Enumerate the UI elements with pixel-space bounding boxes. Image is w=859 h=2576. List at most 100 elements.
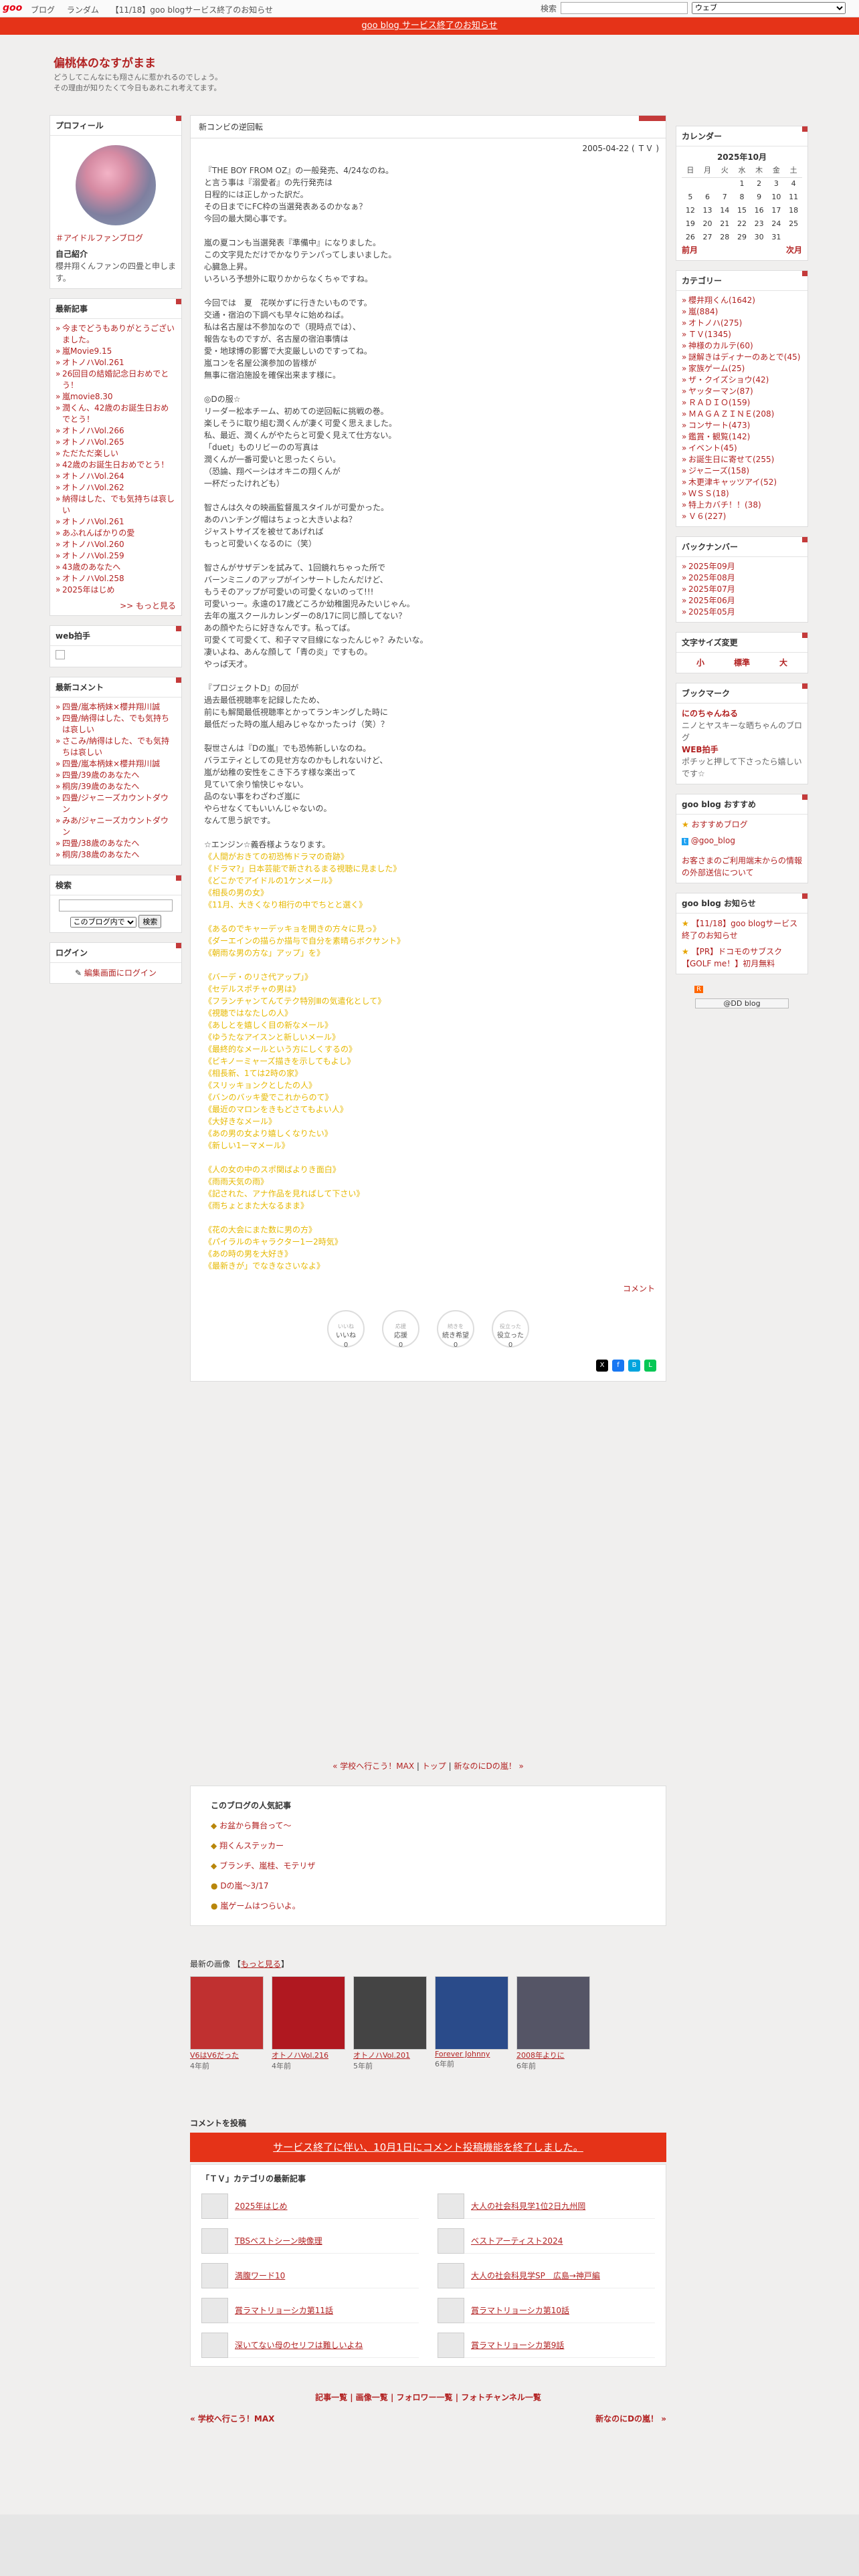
font-normal-button[interactable]: 標準 bbox=[734, 657, 750, 669]
thumb-image[interactable] bbox=[272, 1976, 345, 2050]
recent-item[interactable]: 今までどうもありがとうございました。 bbox=[56, 323, 176, 346]
category-latest-link[interactable]: 大人の社会科見学SP 広島→神戸編 bbox=[471, 2270, 600, 2281]
backnumber-item[interactable]: 2025年08月 bbox=[682, 572, 802, 584]
category-item-link[interactable]: 鑑賞・観覧(142) bbox=[688, 432, 750, 441]
images-more-link[interactable]: もっと見る bbox=[241, 1959, 281, 1969]
top-link[interactable]: トップ bbox=[422, 1761, 446, 1771]
comment-item-link[interactable]: 四畳/嵐本柄妹×櫻井翔川誠 bbox=[62, 759, 160, 768]
backnumber-item-link[interactable]: 2025年05月 bbox=[688, 607, 735, 617]
recent-item-link[interactable]: オトノハVol.261 bbox=[62, 517, 124, 526]
thumb-image[interactable] bbox=[190, 1976, 264, 2050]
popular-item[interactable]: ◆ お盆から舞台って～ bbox=[211, 1816, 646, 1836]
popular-item[interactable]: ● 嵐ゲームはつらいよ。 bbox=[211, 1896, 646, 1916]
backnumber-item[interactable]: 2025年06月 bbox=[682, 595, 802, 607]
comment-item-link[interactable]: さこみ/納得はした、でも気持ちは哀しい bbox=[62, 736, 169, 757]
backnumber-item-link[interactable]: 2025年07月 bbox=[688, 584, 735, 594]
category-latest-item[interactable]: 賞ラマトリョーシカ第9話 bbox=[438, 2332, 655, 2358]
bookmark-link[interactable]: WEB拍手 bbox=[682, 745, 719, 754]
category-item-link[interactable]: 謎解きはディナーのあとで(45) bbox=[688, 352, 800, 362]
footer-next-link[interactable]: 新なのにDの嵐！ » bbox=[595, 2413, 666, 2424]
category-item-link[interactable]: 特上カバチ！！(38) bbox=[688, 500, 761, 510]
category-item-link[interactable]: ＲＡＤＩＯ(159) bbox=[688, 398, 750, 407]
category-item-link[interactable]: Ｖ６(227) bbox=[688, 512, 726, 521]
comment-item-link[interactable]: 桐房/39歳のあなたへ bbox=[62, 782, 139, 791]
category-item[interactable]: ザ・クイズショウ(42) bbox=[682, 374, 802, 386]
category-latest-link[interactable]: 賞ラマトリョーシカ第11話 bbox=[235, 2304, 333, 2316]
category-item[interactable]: ＷＳＳ(18) bbox=[682, 488, 802, 500]
thumb-image[interactable] bbox=[435, 1976, 508, 2050]
category-item[interactable]: ＭＡＧＡＺＩＮＥ(208) bbox=[682, 409, 802, 420]
recent-item[interactable]: 納得はした、でも気持ちは哀しい bbox=[56, 494, 176, 516]
goo-badge[interactable]: @DD blog bbox=[695, 998, 789, 1008]
category-item-link[interactable]: コンサート(473) bbox=[688, 421, 750, 430]
thumb-image[interactable] bbox=[353, 1976, 427, 2050]
line-share-icon[interactable]: L bbox=[644, 1360, 656, 1372]
category-item[interactable]: イベント(45) bbox=[682, 443, 802, 454]
blog-title[interactable]: 偏桃体のなすがまま bbox=[54, 53, 156, 70]
recent-item[interactable]: 42歳のお誕生日おめでとう！ bbox=[56, 459, 176, 471]
comment-item[interactable]: みあ/ジャニーズカウントダウン bbox=[56, 815, 176, 838]
recent-item-link[interactable]: 嵐movie8.30 bbox=[62, 392, 113, 401]
category-item-link[interactable]: オトノハ(275) bbox=[688, 318, 742, 328]
image-thumb[interactable]: 2008年よりに 6年前 bbox=[516, 1976, 590, 2071]
comment-closed-button[interactable]: サービス終了に伴い、10月1日にコメント投稿機能を終了しました。 bbox=[190, 2133, 666, 2162]
comment-item-link[interactable]: 四畳/ジャニーズカウントダウン bbox=[62, 793, 169, 814]
category-item[interactable]: 鑑賞・観覧(142) bbox=[682, 431, 802, 443]
category-item[interactable]: ＲＡＤＩＯ(159) bbox=[682, 397, 802, 409]
recent-item-link[interactable]: 26回目の結婚記念日おめでとう！ bbox=[62, 369, 169, 390]
comment-item-link[interactable]: 四畳/38歳のあなたへ bbox=[62, 839, 139, 848]
category-item[interactable]: 特上カバチ！！(38) bbox=[682, 500, 802, 511]
popular-item[interactable]: ◆ 翔くんステッカー bbox=[211, 1836, 646, 1856]
comment-item[interactable]: 四畳/納得はした、でも気持ちは哀しい bbox=[56, 713, 176, 736]
comment-item[interactable]: 桐房/38歳のあなたへ bbox=[56, 849, 176, 861]
category-item-link[interactable]: 嵐(884) bbox=[688, 307, 718, 316]
category-item-link[interactable]: 櫻井翔くん(1642) bbox=[688, 296, 755, 305]
category-item[interactable]: 神様のカルテ(60) bbox=[682, 340, 802, 352]
profile-tag-link[interactable]: ＃アイドルファンブログ bbox=[56, 233, 143, 243]
backnumber-item[interactable]: 2025年05月 bbox=[682, 607, 802, 618]
recent-item[interactable]: オトノハVol.261 bbox=[56, 516, 176, 528]
image-thumb[interactable]: オトノハVol.216 4年前 bbox=[272, 1976, 345, 2071]
next-entry-link[interactable]: 新なのにDの嵐！ » bbox=[454, 1761, 523, 1771]
thumb-link[interactable]: V6はV6だった bbox=[190, 2050, 264, 2060]
comment-item[interactable]: 四畳/嵐本柄妹×櫻井翔川誠 bbox=[56, 702, 176, 713]
category-item-link[interactable]: 木更津キャッツアイ(52) bbox=[688, 477, 777, 487]
blog-search-button[interactable]: 検索 bbox=[138, 914, 162, 928]
recent-item-link[interactable]: オトノハVol.261 bbox=[62, 358, 124, 367]
category-latest-item[interactable]: 大人の社会科見学1位2日九州岡 bbox=[438, 2193, 655, 2219]
category-item[interactable]: Ｖ６(227) bbox=[682, 511, 802, 522]
reaction-button[interactable]: 続きを 続き希望 0 bbox=[437, 1310, 474, 1349]
recent-item[interactable]: 嵐movie8.30 bbox=[56, 391, 176, 403]
search-scope-select[interactable]: ウェブ bbox=[692, 2, 846, 14]
recent-item-link[interactable]: 42歳のお誕生日おめでとう！ bbox=[62, 460, 169, 469]
category-item-link[interactable]: 神様のカルテ(60) bbox=[688, 341, 753, 350]
recent-item-link[interactable]: ただただ楽しい bbox=[62, 449, 118, 458]
category-item-link[interactable]: 家族ゲーム(25) bbox=[688, 364, 745, 373]
category-item-link[interactable]: ＷＳＳ(18) bbox=[688, 489, 729, 498]
category-item-link[interactable]: お誕生日に寄せて(255) bbox=[688, 455, 774, 464]
service-end-notice[interactable]: goo blog サービス終了のお知らせ bbox=[0, 17, 859, 35]
notice-link[interactable]: 【PR】ドコモのサブスク【GOLF me！】初月無料 bbox=[682, 947, 782, 968]
category-latest-item[interactable]: 深いてない母のセリフは難しいよね bbox=[201, 2332, 419, 2358]
category-latest-link[interactable]: 賞ラマトリョーシカ第10話 bbox=[471, 2304, 569, 2316]
font-small-button[interactable]: 小 bbox=[696, 657, 704, 669]
reaction-button[interactable]: 役立った 役立った 0 bbox=[492, 1310, 529, 1349]
font-large-button[interactable]: 大 bbox=[779, 657, 787, 669]
backnumber-item-link[interactable]: 2025年06月 bbox=[688, 596, 735, 605]
category-item[interactable]: コンサート(473) bbox=[682, 420, 802, 431]
popular-link[interactable]: お盆から舞台って～ bbox=[219, 1821, 291, 1830]
recent-item-link[interactable]: オトノハVol.264 bbox=[62, 471, 124, 481]
prev-month-link[interactable]: 前月 bbox=[682, 244, 698, 256]
comment-item[interactable]: 桐房/39歳のあなたへ bbox=[56, 781, 176, 792]
category-latest-link[interactable]: 大人の社会科見学1位2日九州岡 bbox=[471, 2200, 585, 2212]
comment-item[interactable]: 四畳/38歳のあなたへ bbox=[56, 838, 176, 849]
recent-item-link[interactable]: 納得はした、でも気持ちは哀しい bbox=[62, 494, 175, 515]
category-item-link[interactable]: ザ・クイズショウ(42) bbox=[688, 375, 769, 385]
popular-item[interactable]: ● Dの嵐～3/17 bbox=[211, 1876, 646, 1896]
recent-item-link[interactable]: オトノハVol.259 bbox=[62, 551, 124, 560]
thumb-link[interactable]: 2008年よりに bbox=[516, 2050, 590, 2060]
backnumber-item[interactable]: 2025年07月 bbox=[682, 584, 802, 595]
bookmark-link[interactable]: にのちゃんねる bbox=[682, 709, 738, 718]
thumb-image[interactable] bbox=[516, 1976, 590, 2050]
recent-item[interactable]: オトノハVol.258 bbox=[56, 573, 176, 584]
